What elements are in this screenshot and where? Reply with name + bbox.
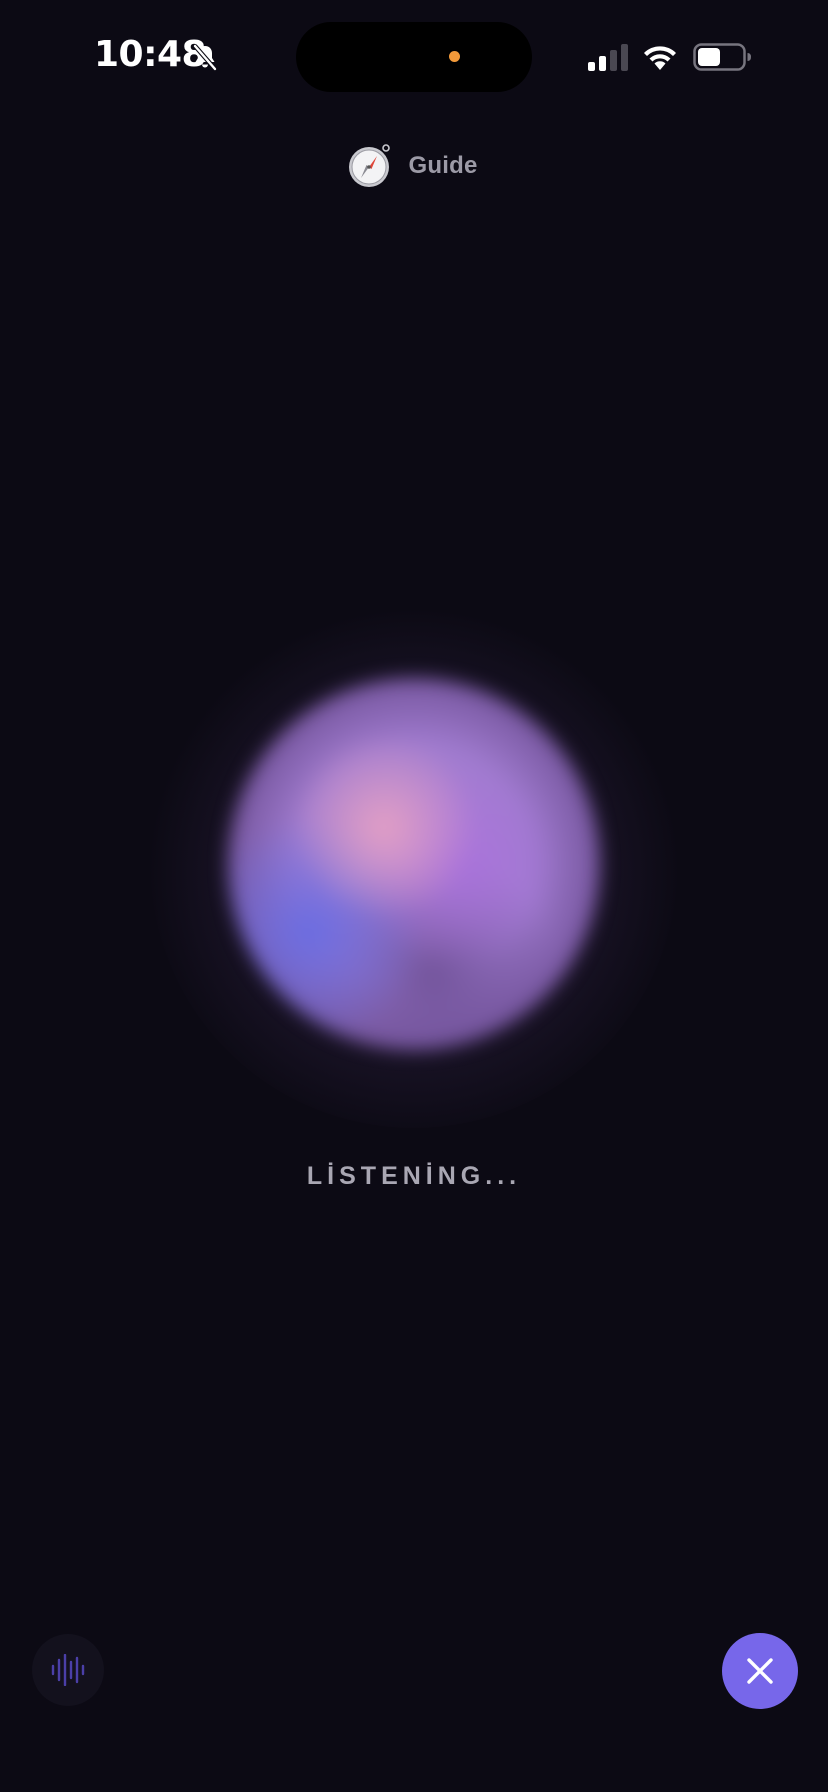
privacy-indicator: [449, 51, 460, 62]
waveform-button[interactable]: [32, 1634, 104, 1706]
compass-icon: [349, 144, 391, 187]
listening-status: LİSTENİNG...: [306, 1162, 522, 1190]
orb-sphere: [228, 678, 600, 1050]
close-icon: [747, 1658, 773, 1684]
waveform-icon: [51, 1654, 85, 1686]
bell-slash-icon: [193, 44, 217, 71]
close-button[interactable]: [722, 1633, 798, 1709]
signal-icon: [588, 44, 628, 71]
voice-orb: [150, 600, 678, 1128]
battery-icon: [693, 43, 751, 71]
wifi-icon: [644, 46, 676, 70]
voice-mode-screen: 10:48 Guide LİSTENİNG...: [0, 0, 828, 1792]
header-title-group[interactable]: Guide: [346, 143, 477, 189]
header: Guide: [0, 138, 828, 194]
dynamic-island: [296, 22, 532, 92]
header-title: Guide: [408, 152, 478, 179]
